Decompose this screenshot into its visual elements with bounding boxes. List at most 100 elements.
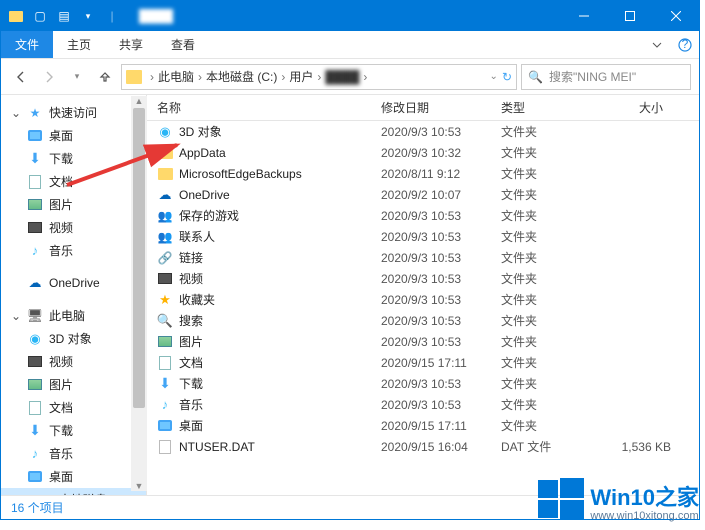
file-row[interactable]: 🔗链接2020/9/3 10:53文件夹 xyxy=(151,247,699,268)
file-type: 文件夹 xyxy=(501,417,601,434)
file-row[interactable]: 视频2020/9/3 10:53文件夹 xyxy=(151,268,699,289)
nav-history-icon[interactable]: ▾ xyxy=(65,65,89,89)
file-row[interactable]: 👥联系人2020/9/3 10:53文件夹 xyxy=(151,226,699,247)
breadcrumb-drive[interactable]: 本地磁盘 (C:) xyxy=(206,68,277,85)
sidebar-item-desktop2[interactable]: 桌面 xyxy=(1,465,146,488)
file-row[interactable]: AppData2020/9/3 10:32文件夹 xyxy=(151,142,699,163)
cube-icon: ◉ xyxy=(27,331,43,347)
sidebar-item-pictures[interactable]: 图片 xyxy=(1,193,146,216)
nav-forward-button[interactable] xyxy=(37,65,61,89)
file-type: 文件夹 xyxy=(501,312,601,329)
tab-share[interactable]: 共享 xyxy=(105,31,157,58)
sidebar-item-3d[interactable]: ◉3D 对象 xyxy=(1,327,146,350)
chevron-down-icon[interactable]: ⌄ xyxy=(11,309,21,323)
file-row[interactable]: 🔍搜索2020/9/3 10:53文件夹 xyxy=(151,310,699,331)
download-icon: ⬇ xyxy=(27,423,43,439)
file-type: 文件夹 xyxy=(501,207,601,224)
file-name: 音乐 xyxy=(179,396,203,413)
nav-up-button[interactable] xyxy=(93,65,117,89)
sidebar-item-desktop[interactable]: 桌面 xyxy=(1,124,146,147)
sidebar-item-pictures2[interactable]: 图片 xyxy=(1,373,146,396)
contacts-icon: 👥 xyxy=(157,229,173,245)
sidebar-item-quick-access[interactable]: ⌄ ★ 快速访问 xyxy=(1,101,146,124)
file-name: AppData xyxy=(179,146,226,160)
sidebar-item-videos2[interactable]: 视频 xyxy=(1,350,146,373)
file-type: 文件夹 xyxy=(501,396,601,413)
sidebar-item-documents[interactable]: 文档 xyxy=(1,170,146,193)
file-row[interactable]: ♪音乐2020/9/3 10:53文件夹 xyxy=(151,394,699,415)
breadcrumb-user[interactable]: ████ xyxy=(325,70,359,84)
minimize-button[interactable] xyxy=(561,1,607,31)
close-button[interactable] xyxy=(653,1,699,31)
scrollbar-thumb[interactable] xyxy=(133,108,145,408)
file-date: 2020/9/3 10:32 xyxy=(381,146,501,160)
document-icon xyxy=(27,400,43,416)
sidebar-item-thispc[interactable]: ⌄🖥此电脑 xyxy=(1,304,146,327)
column-type[interactable]: 类型 xyxy=(501,99,601,116)
sidebar-item-downloads2[interactable]: ⬇下载 xyxy=(1,419,146,442)
file-date: 2020/9/3 10:53 xyxy=(381,314,501,328)
qat-dropdown-icon[interactable]: ▾ xyxy=(79,7,97,25)
column-size[interactable]: 大小 xyxy=(601,99,681,116)
chevron-right-icon[interactable]: › xyxy=(361,70,369,84)
sidebar-item-label: 图片 xyxy=(49,196,73,213)
file-type: 文件夹 xyxy=(501,333,601,350)
sidebar-item-music2[interactable]: ♪音乐 xyxy=(1,442,146,465)
file-type: 文件夹 xyxy=(501,249,601,266)
breadcrumb-pc[interactable]: 此电脑 xyxy=(158,68,194,85)
refresh-icon[interactable]: ↻ xyxy=(502,70,512,84)
maximize-button[interactable] xyxy=(607,1,653,31)
chevron-right-icon[interactable]: › xyxy=(196,70,204,84)
file-row[interactable]: NTUSER.DAT2020/9/15 16:04DAT 文件1,536 KB xyxy=(151,436,699,457)
file-row[interactable]: ◉3D 对象2020/9/3 10:53文件夹 xyxy=(151,121,699,142)
help-icon[interactable]: ? xyxy=(671,31,699,58)
chevron-right-icon[interactable]: › xyxy=(148,70,156,84)
breadcrumb[interactable]: › 此电脑 › 本地磁盘 (C:) › 用户 › ████ › ⌄ ↻ xyxy=(121,64,517,90)
file-name: MicrosoftEdgeBackups xyxy=(179,167,302,181)
file-type: DAT 文件 xyxy=(501,438,601,455)
watermark: Win10之家 www.win10xitong.com xyxy=(538,476,699,522)
properties-icon[interactable]: ▢ xyxy=(31,7,49,25)
file-type: 文件夹 xyxy=(501,375,601,392)
folder-icon xyxy=(7,7,25,25)
video-icon xyxy=(27,220,43,236)
file-row[interactable]: 桌面2020/9/15 17:11文件夹 xyxy=(151,415,699,436)
file-type: 文件夹 xyxy=(501,186,601,203)
tab-home[interactable]: 主页 xyxy=(53,31,105,58)
chevron-right-icon[interactable]: › xyxy=(315,70,323,84)
file-name: 文档 xyxy=(179,354,203,371)
sidebar-item-music[interactable]: ♪音乐 xyxy=(1,239,146,262)
column-name[interactable]: 名称 xyxy=(151,99,381,116)
address-dropdown-icon[interactable]: ⌄ xyxy=(490,71,498,82)
sidebar-item-label: 文档 xyxy=(49,173,73,190)
column-date[interactable]: 修改日期 xyxy=(381,99,501,116)
new-folder-icon[interactable]: ▤ xyxy=(55,7,73,25)
file-row[interactable]: 👥保存的游戏2020/9/3 10:53文件夹 xyxy=(151,205,699,226)
file-type: 文件夹 xyxy=(501,270,601,287)
sidebar-item-videos[interactable]: 视频 xyxy=(1,216,146,239)
scroll-up-icon[interactable]: ▲ xyxy=(135,96,144,106)
ribbon-expand-icon[interactable] xyxy=(643,31,671,58)
breadcrumb-users[interactable]: 用户 xyxy=(289,68,313,85)
sidebar-item-downloads[interactable]: ⬇下载 xyxy=(1,147,146,170)
file-row[interactable]: ★收藏夹2020/9/3 10:53文件夹 xyxy=(151,289,699,310)
chevron-right-icon[interactable]: › xyxy=(279,70,287,84)
sidebar-scrollbar[interactable]: ▲ ▼ xyxy=(131,96,147,491)
file-row[interactable]: 图片2020/9/3 10:53文件夹 xyxy=(151,331,699,352)
file-row[interactable]: ☁OneDrive2020/9/2 10:07文件夹 xyxy=(151,184,699,205)
tab-file[interactable]: 文件 xyxy=(1,31,53,58)
sidebar-item-onedrive[interactable]: ›☁OneDrive xyxy=(1,272,146,294)
file-row[interactable]: ⬇下载2020/9/3 10:53文件夹 xyxy=(151,373,699,394)
sidebar-item-localc[interactable]: ›本地磁盘 (C:) xyxy=(1,488,146,495)
chevron-down-icon[interactable]: ⌄ xyxy=(11,106,21,120)
scroll-down-icon[interactable]: ▼ xyxy=(135,481,144,491)
tab-view[interactable]: 查看 xyxy=(157,31,209,58)
doc-icon xyxy=(157,355,173,371)
file-date: 2020/9/3 10:53 xyxy=(381,377,501,391)
sidebar-item-documents2[interactable]: 文档 xyxy=(1,396,146,419)
file-row[interactable]: MicrosoftEdgeBackups2020/8/11 9:12文件夹 xyxy=(151,163,699,184)
navbar: ▾ › 此电脑 › 本地磁盘 (C:) › 用户 › ████ › ⌄ ↻ 🔍 … xyxy=(1,59,699,95)
search-input[interactable]: 🔍 搜索"NING MEI" xyxy=(521,64,691,90)
nav-back-button[interactable] xyxy=(9,65,33,89)
file-row[interactable]: 文档2020/9/15 17:11文件夹 xyxy=(151,352,699,373)
